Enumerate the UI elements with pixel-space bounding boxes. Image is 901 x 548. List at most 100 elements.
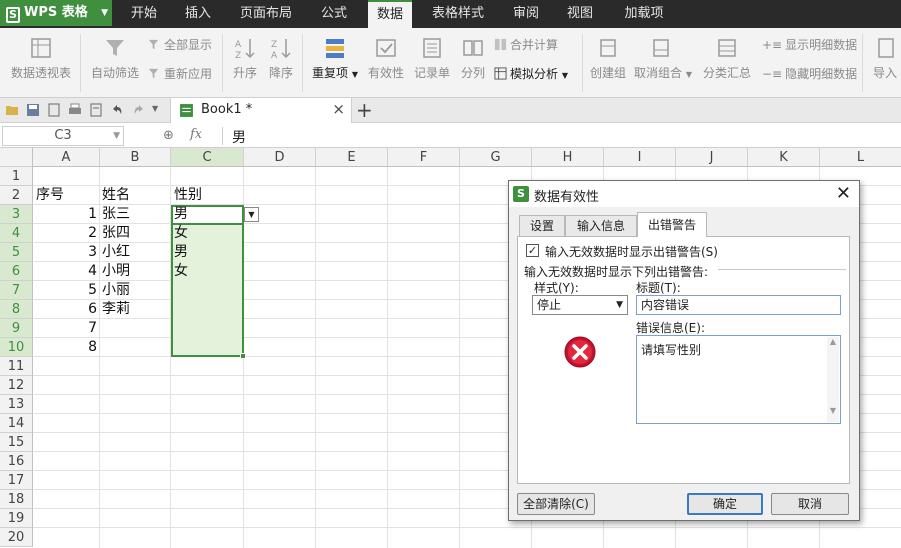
what-if-analysis-button[interactable]: 模拟分析 ▼ bbox=[494, 65, 568, 82]
fill-handle[interactable] bbox=[240, 353, 246, 359]
cancel-button[interactable]: 取消 bbox=[771, 493, 849, 515]
cell-c6[interactable]: 女 bbox=[174, 262, 188, 281]
row-header[interactable]: 12 bbox=[0, 376, 33, 395]
document-tab[interactable]: Book1 * × bbox=[170, 98, 352, 123]
print-icon[interactable] bbox=[68, 103, 82, 117]
cell-b5[interactable]: 小红 bbox=[102, 243, 130, 262]
cell-b2[interactable]: 姓名 bbox=[102, 186, 130, 205]
tab-data[interactable]: 数据 bbox=[368, 0, 412, 28]
cell-a5[interactable]: 3 bbox=[33, 243, 99, 262]
column-header[interactable]: I bbox=[604, 148, 676, 167]
close-tab-icon[interactable]: × bbox=[332, 100, 345, 118]
undo-icon[interactable] bbox=[110, 103, 124, 117]
row-header[interactable]: 2 bbox=[0, 186, 33, 205]
hide-detail-button[interactable]: −≡ 隐藏明细数据 bbox=[762, 65, 857, 82]
row-header[interactable]: 10 bbox=[0, 338, 33, 357]
cell-a3[interactable]: 1 bbox=[33, 205, 99, 224]
text-to-columns-button[interactable]: 分列 bbox=[456, 36, 490, 81]
scroll-down-icon[interactable]: ▼ bbox=[827, 406, 839, 415]
clear-all-button[interactable]: 全部清除(C) bbox=[517, 493, 595, 515]
alert-title-input[interactable]: 内容错误 bbox=[636, 295, 841, 315]
cell-b6[interactable]: 小明 bbox=[102, 262, 130, 281]
cell-b8[interactable]: 李莉 bbox=[102, 300, 130, 319]
row-header[interactable]: 20 bbox=[0, 528, 33, 547]
style-select[interactable]: 停止 ▼ bbox=[532, 295, 628, 315]
row-header[interactable]: 1 bbox=[0, 167, 33, 186]
show-all-button[interactable]: 全部显示 bbox=[148, 36, 212, 53]
pivot-table-button[interactable]: 数据透视表 bbox=[8, 36, 74, 81]
cell-b7[interactable]: 小丽 bbox=[102, 281, 130, 300]
ok-button[interactable]: 确定 bbox=[687, 493, 763, 515]
import-button[interactable]: 导入 bbox=[868, 36, 901, 81]
cell-c5[interactable]: 男 bbox=[174, 243, 188, 262]
chevron-down-icon[interactable]: ▼ bbox=[152, 104, 158, 113]
sort-ascending-button[interactable]: AZ 升序 bbox=[230, 36, 260, 81]
row-header[interactable]: 17 bbox=[0, 471, 33, 490]
row-header[interactable]: 6 bbox=[0, 262, 33, 281]
row-header[interactable]: 18 bbox=[0, 490, 33, 509]
column-header[interactable]: E bbox=[316, 148, 388, 167]
row-header[interactable]: 19 bbox=[0, 509, 33, 528]
column-header[interactable]: F bbox=[388, 148, 460, 167]
column-header[interactable]: D bbox=[244, 148, 316, 167]
tab-input-message[interactable]: 输入信息 bbox=[565, 215, 637, 236]
name-box[interactable]: C3 ▼ bbox=[2, 126, 124, 146]
record-form-button[interactable]: 记录单 bbox=[412, 36, 452, 81]
create-group-button[interactable]: 创建组 bbox=[588, 36, 628, 81]
tab-review[interactable]: 审阅 bbox=[508, 0, 544, 28]
cell-b4[interactable]: 张四 bbox=[102, 224, 130, 243]
cell-a7[interactable]: 5 bbox=[33, 281, 99, 300]
column-header[interactable]: C bbox=[171, 148, 244, 167]
dialog-title-bar[interactable]: S 数据有效性 ✕ bbox=[509, 181, 859, 207]
subtotal-button[interactable]: 分类汇总 bbox=[702, 36, 752, 81]
error-message-textarea[interactable]: 请填写性别 ▲ ▼ bbox=[636, 335, 841, 424]
row-header[interactable]: 7 bbox=[0, 281, 33, 300]
show-alert-checkbox[interactable]: ✓ bbox=[526, 244, 539, 257]
cell-a10[interactable]: 8 bbox=[33, 338, 99, 357]
export-pdf-icon[interactable] bbox=[89, 103, 103, 117]
column-header[interactable]: B bbox=[100, 148, 171, 167]
chevron-down-icon[interactable]: ▼ bbox=[113, 127, 120, 145]
cell-a2[interactable]: 序号 bbox=[36, 186, 64, 205]
redo-icon[interactable] bbox=[132, 103, 146, 117]
tab-addins[interactable]: 加载项 bbox=[620, 0, 668, 28]
cell-c4[interactable]: 女 bbox=[174, 224, 188, 243]
column-header[interactable]: H bbox=[532, 148, 604, 167]
row-header[interactable]: 8 bbox=[0, 300, 33, 319]
ungroup-button[interactable]: 取消组合 ▼ bbox=[634, 36, 692, 81]
cell-a9[interactable]: 7 bbox=[33, 319, 99, 338]
scrollbar[interactable]: ▲ ▼ bbox=[827, 337, 839, 422]
tab-home[interactable]: 开始 bbox=[126, 0, 162, 28]
cell-c3[interactable]: 男 bbox=[174, 205, 188, 224]
open-folder-icon[interactable] bbox=[5, 103, 19, 117]
row-header[interactable]: 16 bbox=[0, 452, 33, 471]
print-preview-icon[interactable] bbox=[47, 103, 61, 117]
column-header[interactable]: K bbox=[748, 148, 820, 167]
column-header[interactable]: J bbox=[676, 148, 748, 167]
reapply-button[interactable]: 重新应用 bbox=[148, 65, 212, 82]
close-icon[interactable]: ✕ bbox=[836, 181, 851, 207]
row-header[interactable]: 15 bbox=[0, 433, 33, 452]
auto-filter-button[interactable]: 自动筛选 bbox=[88, 36, 142, 81]
column-header[interactable]: G bbox=[460, 148, 532, 167]
zoom-icon[interactable]: ⊕ bbox=[163, 128, 174, 143]
cell-a6[interactable]: 4 bbox=[33, 262, 99, 281]
tab-insert[interactable]: 插入 bbox=[180, 0, 216, 28]
insert-function-button[interactable]: fx bbox=[190, 127, 202, 142]
cell-a8[interactable]: 6 bbox=[33, 300, 99, 319]
cell-b3[interactable]: 张三 bbox=[102, 205, 130, 224]
tab-formulas[interactable]: 公式 bbox=[316, 0, 352, 28]
row-header[interactable]: 13 bbox=[0, 395, 33, 414]
show-detail-button[interactable]: +≡ 显示明细数据 bbox=[762, 36, 857, 53]
cell-c2[interactable]: 性别 bbox=[174, 186, 202, 205]
tab-settings[interactable]: 设置 bbox=[519, 215, 565, 236]
scroll-up-icon[interactable]: ▲ bbox=[827, 337, 839, 346]
row-header[interactable]: 14 bbox=[0, 414, 33, 433]
tab-error-alert[interactable]: 出错警告 bbox=[637, 212, 707, 237]
formula-input[interactable]: 男 bbox=[232, 127, 246, 147]
save-icon[interactable] bbox=[26, 103, 40, 117]
row-header[interactable]: 3 bbox=[0, 205, 33, 224]
tab-page-layout[interactable]: 页面布局 bbox=[236, 0, 296, 28]
duplicates-button[interactable]: 重复项 ▼ bbox=[310, 36, 360, 81]
row-header[interactable]: 4 bbox=[0, 224, 33, 243]
